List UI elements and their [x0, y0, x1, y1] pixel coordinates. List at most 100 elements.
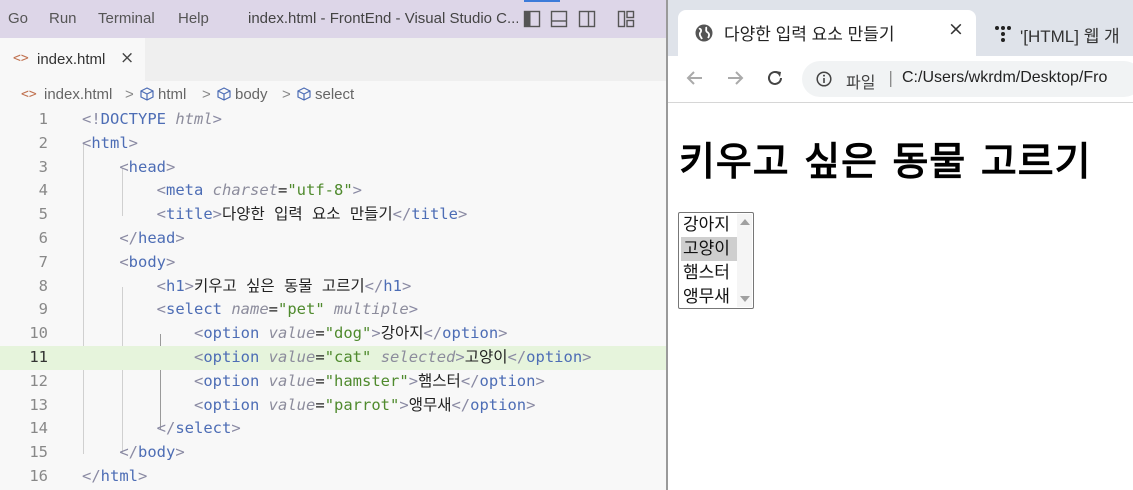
- code-line[interactable]: 1 <!DOCTYPE html>: [0, 108, 667, 132]
- url-separator: |: [888, 68, 894, 87]
- breadcrumb-item-select[interactable]: select: [297, 86, 354, 103]
- tab-index-html[interactable]: <> index.html ×: [0, 38, 145, 81]
- code-text: <body>: [119, 252, 176, 271]
- menu-bar: Go Run Terminal Help index.html - FrontE…: [0, 0, 667, 38]
- browser-tab-active[interactable]: 다양한 입력 요소 만들기 ×: [678, 10, 976, 56]
- code-line[interactable]: 16 </html>: [0, 465, 667, 489]
- breadcrumb-separator: >: [125, 86, 134, 103]
- line-number: 3: [38, 157, 48, 176]
- browser-tab-close-icon[interactable]: ×: [948, 18, 964, 40]
- code-text: <option value="dog">강아지</option>: [193, 324, 508, 343]
- scroll-up-arrow-icon[interactable]: [740, 219, 750, 225]
- line-number: 4: [38, 181, 48, 200]
- url-text[interactable]: C:/Users/wkrdm/Desktop/Fro: [902, 69, 1107, 87]
- tab-label: index.html: [37, 51, 106, 68]
- symbol-element-icon: [217, 87, 231, 101]
- code-line[interactable]: 6 </head>: [0, 227, 667, 251]
- line-number: 5: [38, 205, 48, 224]
- scroll-down-arrow-icon[interactable]: [740, 296, 750, 302]
- symbol-element-icon: [140, 87, 154, 101]
- select-option-parrot[interactable]: 앵무새: [681, 285, 739, 309]
- forward-arrow-icon[interactable]: [722, 65, 748, 91]
- code-text: <head>: [119, 157, 176, 176]
- code-line[interactable]: 14 </select>: [0, 417, 667, 441]
- code-text: <option value="cat" selected>고양이</option…: [193, 348, 592, 366]
- code-line[interactable]: 4 <meta charset="utf-8">: [0, 179, 667, 203]
- code-line[interactable]: 2 <html>: [0, 132, 667, 156]
- code-text: <select name="pet" multiple>: [156, 300, 419, 319]
- line-number: 15: [29, 443, 48, 462]
- line-number: 16: [29, 467, 48, 485]
- code-line[interactable]: 12 <option value="hamster">햄스터</option>: [0, 370, 667, 394]
- select-scrollbar[interactable]: [737, 214, 752, 307]
- browser-window: 다양한 입력 요소 만들기 × '[HTML] 웹 개 파일 | C:/User…: [668, 0, 1133, 490]
- html-file-icon: <>: [21, 87, 37, 102]
- code-line[interactable]: 13 <option value="parrot">앵무새</option>: [0, 394, 667, 418]
- code-line[interactable]: 3 <head>: [0, 156, 667, 180]
- html-file-icon: <>: [13, 51, 29, 66]
- breadcrumb: <> index.html > html > body > select: [0, 83, 667, 107]
- code-line[interactable]: 10 <option value="dog">강아지</option>: [0, 322, 667, 346]
- code-line[interactable]: 7 <body>: [0, 251, 667, 275]
- page-viewport: 키우고 싶은 동물 고르기 강아지 고양이 햄스터 앵무새: [668, 103, 1133, 490]
- vscode-window: Go Run Terminal Help index.html - FrontE…: [0, 0, 667, 490]
- select-option-cat[interactable]: 고양이: [681, 237, 739, 261]
- breadcrumb-separator: >: [282, 86, 291, 103]
- code-text: <html>: [82, 133, 139, 152]
- toggle-primary-sidebar-icon[interactable]: [523, 10, 541, 28]
- breadcrumb-item-html[interactable]: html: [140, 86, 186, 103]
- breadcrumb-label-body: body: [235, 86, 268, 103]
- menu-run[interactable]: Run: [49, 10, 77, 27]
- reload-icon[interactable]: [762, 65, 788, 91]
- code-line[interactable]: 9 <select name="pet" multiple>: [0, 298, 667, 322]
- code-text: <option value="hamster">햄스터</option>: [193, 371, 545, 390]
- menu-terminal[interactable]: Terminal: [98, 10, 155, 27]
- select-option-dog[interactable]: 강아지: [681, 213, 739, 237]
- line-number: 9: [38, 300, 48, 319]
- browser-tab-2-title: '[HTML] 웹 개: [1020, 27, 1120, 46]
- line-number: 1: [38, 110, 48, 128]
- breadcrumb-item-file[interactable]: index.html: [44, 86, 112, 103]
- tab-close-icon[interactable]: ×: [120, 48, 134, 68]
- back-arrow-icon[interactable]: [682, 65, 708, 91]
- line-number: 2: [38, 133, 48, 152]
- code-line[interactable]: 8 <h1>키우고 싶은 동물 고르기</h1>: [0, 275, 667, 299]
- breadcrumb-label-select: select: [315, 86, 355, 103]
- code-text: </body>: [119, 443, 185, 462]
- line-number: 12: [29, 371, 48, 390]
- code-text: <meta charset="utf-8">: [156, 181, 363, 200]
- browser-tab-title: 다양한 입력 요소 만들기: [724, 25, 895, 44]
- editor-tab-strip: <> index.html ×: [0, 38, 667, 81]
- line-number: 10: [29, 324, 48, 343]
- code-line[interactable]: 15 </body>: [0, 441, 667, 465]
- menu-go[interactable]: Go: [8, 10, 28, 27]
- address-bar[interactable]: 파일 | C:/Users/wkrdm/Desktop/Fro: [802, 61, 1133, 97]
- toggle-secondary-sidebar-icon[interactable]: [578, 10, 596, 28]
- code-editor[interactable]: 1 <!DOCTYPE html> 2 <html> 3 <head> 4 <meta c…: [0, 108, 667, 490]
- code-line-current[interactable]: 11 <option value="cat" selected>고양이</opt…: [0, 346, 667, 370]
- menu-help[interactable]: Help: [178, 10, 209, 27]
- toggle-panel-icon[interactable]: [550, 10, 568, 28]
- pet-multi-select[interactable]: 강아지 고양이 햄스터 앵무새: [678, 212, 754, 309]
- code-text: <!DOCTYPE html>: [82, 110, 223, 128]
- title-accent-bar: [524, 0, 560, 2]
- tistory-icon: [994, 24, 1012, 46]
- breadcrumb-label-html: html: [158, 86, 187, 103]
- info-icon[interactable]: [816, 71, 832, 91]
- line-number: 8: [38, 276, 48, 295]
- code-text: <option value="parrot">앵무새</option>: [193, 395, 536, 414]
- customize-layout-icon[interactable]: [617, 10, 635, 28]
- line-number: 14: [29, 419, 48, 438]
- line-number: 11: [29, 348, 48, 366]
- code-text: </html>: [82, 467, 148, 485]
- page-heading: 키우고 싶은 동물 고르기: [679, 140, 1092, 185]
- breadcrumb-item-body[interactable]: body: [217, 86, 268, 103]
- code-line[interactable]: 5 <title>다양한 입력 요소 만들기</title>: [0, 203, 667, 227]
- code-text: </select>: [156, 419, 241, 438]
- code-text: <h1>키우고 싶은 동물 고르기</h1>: [156, 276, 412, 295]
- browser-tab-2[interactable]: '[HTML] 웹 개: [986, 10, 1133, 56]
- line-number: 13: [29, 395, 48, 414]
- code-text: </head>: [119, 229, 185, 247]
- select-option-hamster[interactable]: 햄스터: [681, 261, 739, 285]
- line-number: 7: [38, 252, 48, 271]
